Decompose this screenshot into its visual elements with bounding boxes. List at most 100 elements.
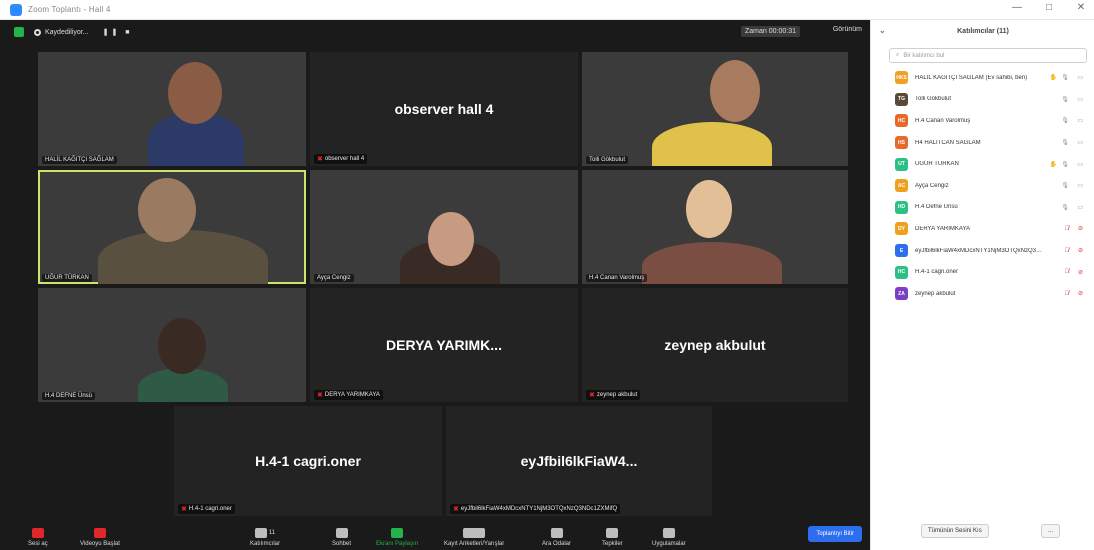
recording-indicator: Kaydediliyor... ❚❚ ■ <box>34 28 133 36</box>
title-bar: Zoom Toplantı - Hall 4 — □ ✕ <box>0 0 1094 20</box>
camera-off-icon[interactable]: ⊘ <box>1078 247 1083 254</box>
view-button[interactable]: Görünüm <box>833 26 862 33</box>
zoom-window: Zoom Toplantı - Hall 4 — □ ✕ Kaydediliyo… <box>0 0 1094 550</box>
participant-name: HALİL KAĞITÇI SAĞLAM (Ev sahibi, ben) <box>915 74 1028 81</box>
meeting-area: Kaydediliyor... ❚❚ ■ Zaman 00:00:31 Görü… <box>0 20 870 550</box>
share-screen-button[interactable]: Ekranı Paylaşın <box>376 528 418 547</box>
polls-button[interactable]: Kayıt Anketleri/Yarışlar <box>444 528 504 547</box>
video-tile[interactable]: Ayça Cengiz <box>310 170 578 284</box>
mic-off-icon: ✖ <box>589 392 595 399</box>
tile-name-label: ✖ observer hall 4 <box>314 154 368 164</box>
reactions-button[interactable]: Tepkiler <box>602 528 623 547</box>
camera-off-icon[interactable]: ⊘ <box>1078 225 1083 232</box>
video-tile-active-speaker[interactable]: UĞUR TÜRKAN <box>38 170 306 284</box>
camera-icon[interactable]: ▭ <box>1077 117 1083 124</box>
participant-avatar: AC <box>895 179 908 193</box>
participant-name: H4 HALİTCAN SAĞLAM <box>915 139 981 146</box>
participant-name: zeynep akbulut <box>915 290 956 297</box>
participant-head <box>710 60 760 122</box>
mic-muted-icon[interactable]: 🎙̸ <box>1065 291 1070 297</box>
breakout-rooms-label: Ara Odalar <box>542 541 572 547</box>
video-tile[interactable]: H.4-1 cagri.oner ✖ H.4-1 cagri.oner <box>174 406 442 516</box>
participant-name: H.4 Defne Ünsü <box>915 204 958 211</box>
mic-icon[interactable]: 🎙 <box>1061 96 1069 103</box>
mic-muted-icon[interactable]: 🎙̸ <box>1065 226 1070 232</box>
mic-icon[interactable]: 🎙 <box>1061 182 1069 189</box>
participant-row[interactable]: HKS HALİL KAĞITÇI SAĞLAM (Ev sahibi, ben)… <box>871 67 1094 89</box>
panel-header: ⌄ Katılımcılar (11) <box>871 20 1094 42</box>
participants-button[interactable]: 11 Katılımcılar <box>250 528 280 547</box>
video-tile[interactable]: HALİL KAĞITÇI SAĞLAM <box>38 52 306 166</box>
mute-all-button[interactable]: Tümünün Sesini Kıs <box>921 524 989 538</box>
security-shield-icon[interactable] <box>14 27 24 37</box>
participant-body <box>652 122 772 166</box>
video-tile[interactable]: H.4 DEFNE Ünsü <box>38 288 306 402</box>
mic-muted-icon[interactable]: 🎙̸ <box>1065 269 1070 275</box>
apps-label: Uygulamalar <box>652 541 686 547</box>
tile-name-label: Tolli Gökbulut <box>586 156 629 164</box>
mic-icon[interactable]: 🎙 <box>1061 74 1069 81</box>
camera-icon[interactable]: ▭ <box>1077 96 1083 103</box>
participant-name: H.4 Canan Varolmuş <box>915 117 971 124</box>
camera-off-icon[interactable]: ⊘ <box>1078 290 1083 297</box>
camera-icon[interactable]: ▭ <box>1077 204 1083 211</box>
participant-head <box>138 178 196 242</box>
video-tile[interactable]: DERYA YARIMK... ✖ DERYA YARIMKAYA <box>310 288 578 402</box>
video-tile[interactable]: Tolli Gökbulut <box>582 52 848 166</box>
mic-muted-icon <box>31 528 44 538</box>
search-icon: ⌕ <box>896 52 900 58</box>
participant-avatar: TG <box>895 92 908 106</box>
apps-icon <box>662 528 675 538</box>
recording-label: Kaydediliyor... <box>45 28 89 36</box>
participant-row[interactable]: ZA zeynep akbulut 🎙̸ ⊘ <box>871 283 1094 305</box>
participant-row[interactable]: EeyJfbil6lkFiaW4xMDcxNTY1NjM3OTQxNzQ3NDc… <box>871 240 1094 262</box>
mic-icon[interactable]: 🎙 <box>1061 204 1069 211</box>
camera-icon[interactable]: ▭ <box>1077 74 1083 81</box>
mic-icon[interactable]: 🎙 <box>1061 117 1069 124</box>
participant-avatar: E <box>895 244 908 258</box>
participant-avatar: DY <box>895 222 908 236</box>
breakout-rooms-icon <box>550 528 563 538</box>
unmute-button[interactable]: Sesi aç <box>28 528 48 547</box>
video-tile[interactable]: zeynep akbulut ✖ zeynep akbulut <box>582 288 848 402</box>
start-video-button[interactable]: Videoyu Başlat <box>80 528 120 547</box>
minimize-button[interactable]: — <box>1010 2 1024 13</box>
camera-icon[interactable]: ▭ <box>1077 182 1083 189</box>
mic-muted-icon[interactable]: 🎙̸ <box>1065 248 1070 254</box>
tile-name-label: ✖ eyJfbil6lkFiaW4xMDcxNTY1NjM3OTQxNzQ3NDc… <box>450 504 621 514</box>
mic-off-icon: ✖ <box>317 392 323 399</box>
close-button[interactable]: ✕ <box>1074 2 1088 13</box>
tile-name-label: ✖ DERYA YARIMKAYA <box>314 390 383 400</box>
video-tile[interactable]: eyJfbil6lkFiaW4... ✖ eyJfbil6lkFiaW4xMDcx… <box>446 406 712 516</box>
camera-icon[interactable]: ▭ <box>1077 139 1083 146</box>
mic-icon[interactable]: 🎙 <box>1061 139 1069 146</box>
collapse-panel-icon[interactable]: ⌄ <box>879 26 886 35</box>
participant-row[interactable]: HS H4 HALİTCAN SAĞLAM 🎙 ▭ <box>871 132 1094 154</box>
chat-icon <box>335 528 348 538</box>
window-controls: — □ ✕ <box>1010 2 1088 13</box>
more-options-button[interactable]: ... <box>1041 524 1061 538</box>
participant-row[interactable]: HC H.4 Canan Varolmuş 🎙 ▭ <box>871 110 1094 132</box>
window-title: Zoom Toplantı - Hall 4 <box>28 5 111 14</box>
participant-search-input[interactable]: ⌕ Bir katılımcı bul <box>889 48 1087 63</box>
search-placeholder: Bir katılımcı bul <box>903 52 945 59</box>
participant-list: HKS HALİL KAĞITÇI SAĞLAM (Ev sahibi, ben)… <box>871 67 1094 305</box>
recording-controls[interactable]: ❚❚ ■ <box>103 28 133 36</box>
participant-row[interactable]: AC Ayça Cengiz 🎙 ▭ <box>871 175 1094 197</box>
apps-button[interactable]: Uygulamalar <box>652 528 686 547</box>
end-meeting-button[interactable]: Toplantıyı Bitir <box>808 526 862 542</box>
video-tile[interactable]: observer hall 4 ✖ observer hall 4 <box>310 52 578 166</box>
breakout-rooms-button[interactable]: Ara Odalar <box>542 528 571 547</box>
participant-row[interactable]: HC H.4-1 cagri.oner 🎙̸ ⊘ <box>871 261 1094 283</box>
camera-off-icon[interactable]: ⊘ <box>1078 269 1083 276</box>
participant-row[interactable]: HD H.4 Defne Ünsü 🎙 ▭ <box>871 197 1094 219</box>
participant-row[interactable]: DY DERYA YARIMKAYA 🎙̸ ⊘ <box>871 218 1094 240</box>
participant-row[interactable]: UT UĞUR TÜRKAN ✋ 🎙 ▭ <box>871 153 1094 175</box>
mic-icon[interactable]: 🎙 <box>1061 161 1069 168</box>
participant-row[interactable]: TG Tolli Gökbulut 🎙 ▭ <box>871 89 1094 111</box>
camera-icon[interactable]: ▭ <box>1077 161 1083 168</box>
maximize-button[interactable]: □ <box>1042 2 1056 13</box>
chat-button[interactable]: Sohbet <box>332 528 351 547</box>
participant-head <box>158 318 206 374</box>
video-tile[interactable]: H.4 Canan Varolmuş <box>582 170 848 284</box>
